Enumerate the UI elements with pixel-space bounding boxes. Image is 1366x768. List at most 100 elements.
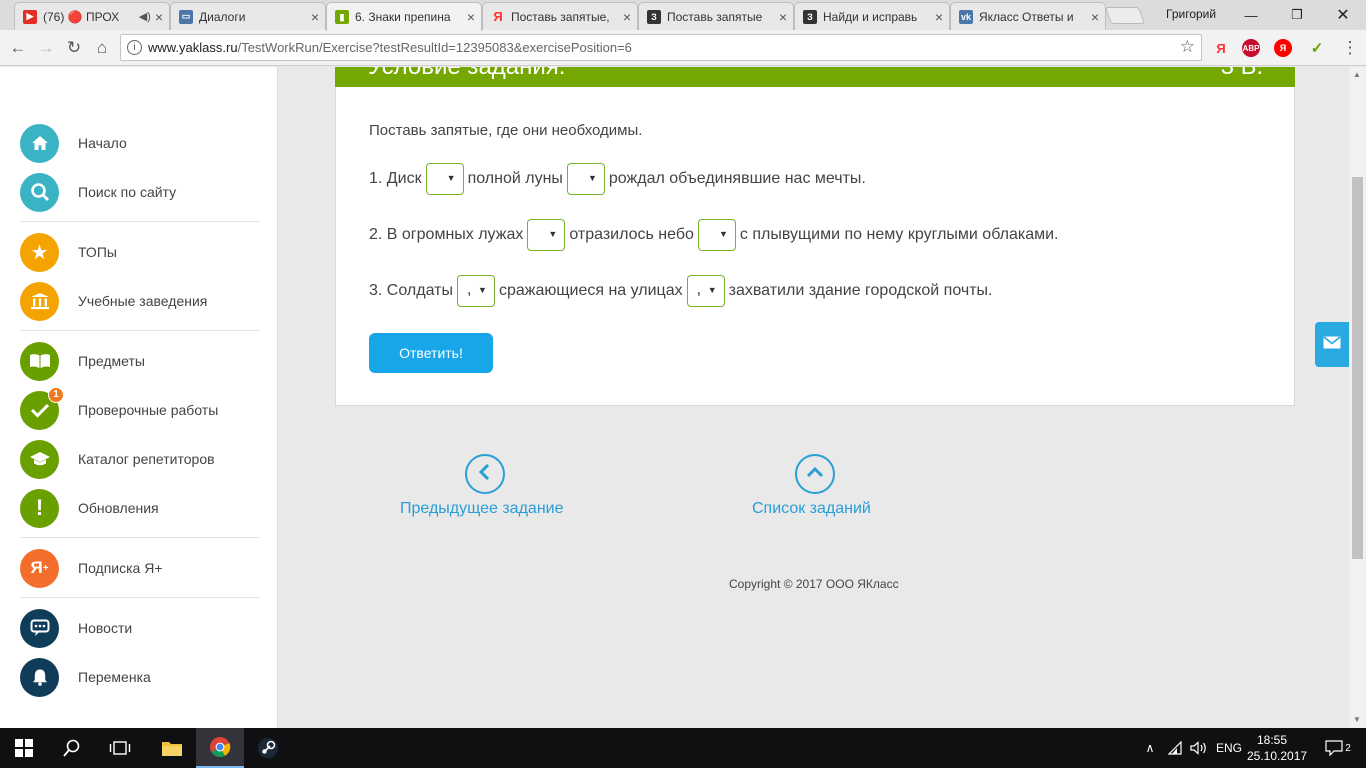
- browser-tab-znanija-2[interactable]: З Найди и исправь ×: [794, 2, 950, 30]
- sidebar-item-label: Проверочные работы: [78, 402, 219, 418]
- comma-select[interactable]: , ▼: [686, 275, 725, 307]
- tab-title: Найди и исправь: [823, 9, 918, 24]
- close-icon[interactable]: ×: [467, 9, 475, 25]
- window-close-icon[interactable]: ✕: [1320, 2, 1366, 28]
- task-list-button[interactable]: [795, 454, 835, 494]
- tab-title: (76) 🔴 ПРОХ: [43, 9, 120, 24]
- url-text[interactable]: www.yaklass.ru/TestWorkRun/Exercise?test…: [148, 40, 632, 55]
- yandex-red-icon[interactable]: Я: [1274, 39, 1292, 57]
- feedback-button[interactable]: [1315, 322, 1349, 367]
- comma-select[interactable]: ▼: [425, 163, 464, 195]
- sentence-2: 2. В огромных лужах ▼ отразилось небо ▼ …: [369, 219, 1059, 251]
- notification-badge: 1: [48, 386, 64, 403]
- close-icon[interactable]: ×: [935, 9, 943, 25]
- search-icon[interactable]: [48, 728, 96, 768]
- browser-tab-yandex[interactable]: Я Поставь запятые, ×: [482, 2, 638, 30]
- adblock-icon[interactable]: ABP: [1242, 39, 1260, 57]
- scrollbar-thumb[interactable]: [1352, 177, 1363, 559]
- graduation-cap-icon: [20, 439, 59, 479]
- star-icon: ★: [20, 232, 59, 272]
- close-icon[interactable]: ×: [155, 9, 163, 25]
- dropdown-arrow-icon: ▼: [587, 173, 597, 183]
- address-bar[interactable]: i www.yaklass.ru/TestWorkRun/Exercise?te…: [120, 34, 1202, 61]
- file-explorer-icon[interactable]: [148, 728, 196, 768]
- volume-icon[interactable]: [1188, 728, 1210, 768]
- znanija-icon: З: [803, 9, 817, 24]
- scroll-up-icon[interactable]: ▲: [1353, 70, 1361, 79]
- wifi-icon[interactable]: [1164, 728, 1186, 768]
- checkmark-extension-icon[interactable]: ✓: [1308, 39, 1326, 57]
- sidebar-item-subjects[interactable]: Предметы: [20, 341, 260, 381]
- restore-icon[interactable]: ❐: [1274, 2, 1320, 28]
- comma-select[interactable]: ▼: [697, 219, 736, 251]
- chevron-up-icon: [805, 464, 825, 485]
- comma-select[interactable]: ▼: [566, 163, 605, 195]
- bookmark-star-icon[interactable]: ☆: [1180, 37, 1195, 57]
- comma-select[interactable]: , ▼: [456, 275, 495, 307]
- forward-icon[interactable]: →: [34, 36, 58, 60]
- sidebar-item-label: Новости: [78, 620, 133, 636]
- sidebar-item-search[interactable]: Поиск по сайту: [20, 172, 260, 212]
- browser-tab-dialogs[interactable]: ▭ Диалоги ×: [170, 2, 326, 30]
- answer-button[interactable]: Ответить!: [369, 333, 493, 373]
- tab-title: Поставь запятые,: [511, 9, 610, 24]
- windows-start-icon[interactable]: [0, 728, 48, 768]
- browser-tab-active[interactable]: ▮ 6. Знаки препина ×: [326, 2, 482, 31]
- task-header-title: Условие задания:: [368, 67, 565, 81]
- browser-tab-vk[interactable]: vk Якласс Ответы и ×: [950, 2, 1106, 30]
- sidebar-item-recess[interactable]: Переменка: [20, 657, 260, 697]
- sidebar-item-subscription[interactable]: Я + Подписка Я+: [20, 548, 260, 588]
- browser-tab-znanija-1[interactable]: З Поставь запятые ×: [638, 2, 794, 30]
- browser-tab-youtube[interactable]: ▶ (76) 🔴 ПРОХ ◀) ×: [14, 2, 170, 30]
- sidebar-item-tests[interactable]: 1 Проверочные работы: [20, 386, 260, 430]
- yandex-extension-icon[interactable]: Я: [1212, 39, 1230, 57]
- select-value: ,: [466, 281, 472, 298]
- sidebar-item-label: ТОПы: [78, 244, 117, 260]
- vk-icon: vk: [959, 9, 973, 24]
- sidebar-divider: [20, 221, 260, 222]
- scroll-down-icon[interactable]: ▼: [1353, 715, 1361, 724]
- new-tab-button[interactable]: [1104, 7, 1146, 24]
- language-indicator[interactable]: ENG: [1212, 728, 1246, 768]
- info-icon[interactable]: i: [127, 40, 142, 55]
- minimize-icon[interactable]: —: [1228, 2, 1274, 28]
- sidebar-item-updates[interactable]: ! Обновления: [20, 488, 260, 528]
- sidebar-item-label: Подписка Я+: [78, 560, 163, 576]
- comma-select[interactable]: ▼: [527, 219, 566, 251]
- steam-icon[interactable]: [244, 728, 292, 768]
- sidebar-item-home[interactable]: Начало: [20, 123, 260, 163]
- profile-name[interactable]: Григорий: [1166, 7, 1216, 21]
- bell-icon: [20, 657, 59, 697]
- close-icon[interactable]: ×: [779, 9, 787, 25]
- task-view-icon[interactable]: [96, 728, 144, 768]
- dropdown-arrow-icon: ▼: [548, 229, 558, 239]
- task-points: 3 Б.: [1221, 67, 1263, 81]
- close-icon[interactable]: ×: [311, 9, 319, 25]
- sidebar-item-news[interactable]: Новости: [20, 608, 260, 648]
- home-icon: [20, 123, 59, 163]
- yandex-icon: Я: [493, 9, 503, 24]
- home-page-icon[interactable]: ⌂: [90, 36, 114, 60]
- system-clock[interactable]: 18:55 25.10.2017: [1247, 732, 1307, 764]
- previous-task-link[interactable]: Предыдущее задание: [400, 500, 563, 518]
- vertical-scrollbar[interactable]: ▲ ▼: [1349, 67, 1366, 728]
- sidebar-item-tutors[interactable]: Каталог репетиторов: [20, 439, 260, 479]
- tab-title: Якласс Ответы и: [979, 9, 1074, 24]
- sidebar-item-institutions[interactable]: Учебные заведения: [20, 281, 260, 321]
- notification-count: 2: [1345, 742, 1351, 754]
- mute-icon[interactable]: ◀): [139, 10, 151, 23]
- previous-task-button[interactable]: [465, 454, 505, 494]
- reload-icon[interactable]: ↻: [62, 36, 86, 60]
- task-list-link[interactable]: Список заданий: [752, 500, 871, 518]
- sidebar-item-tops[interactable]: ★ ТОПы: [20, 232, 260, 272]
- menu-icon[interactable]: ⋮: [1338, 36, 1362, 60]
- chrome-icon[interactable]: [196, 728, 244, 768]
- clock-time: 18:55: [1256, 733, 1288, 747]
- show-hidden-icons-icon[interactable]: ∧: [1140, 728, 1160, 768]
- close-icon[interactable]: ×: [1091, 9, 1099, 25]
- sentence-part: полной луны: [467, 170, 563, 187]
- action-center-icon[interactable]: 2: [1318, 728, 1358, 768]
- close-icon[interactable]: ×: [623, 9, 631, 25]
- search-icon: [20, 172, 59, 212]
- back-icon[interactable]: ←: [6, 36, 30, 60]
